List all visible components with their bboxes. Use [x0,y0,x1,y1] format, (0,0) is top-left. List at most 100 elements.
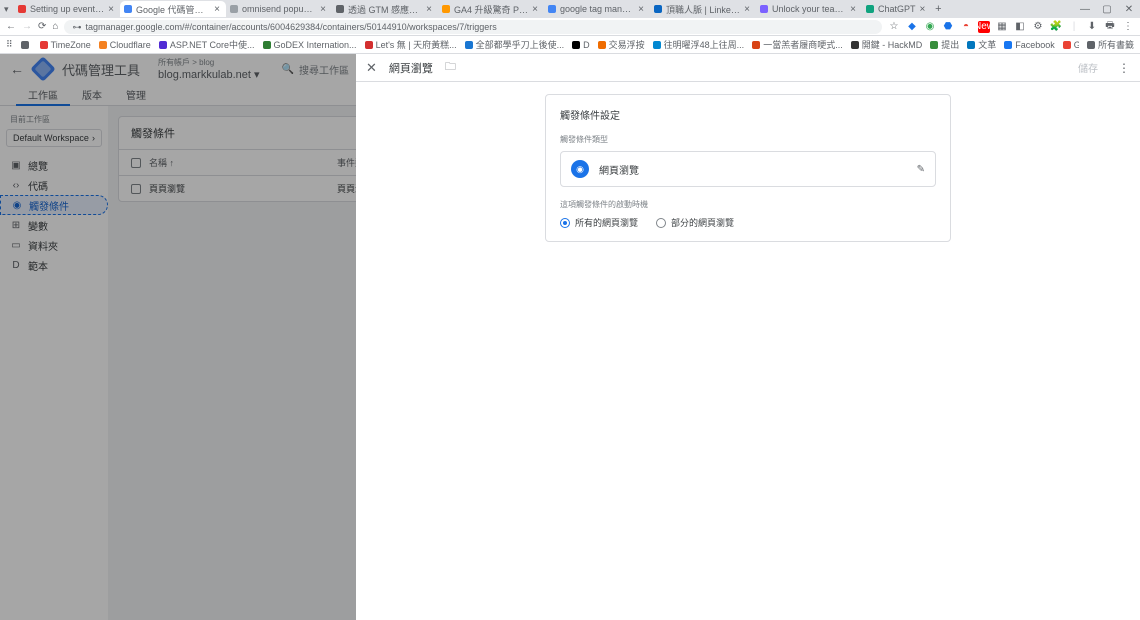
more-icon[interactable]: ⋮ [1118,61,1130,75]
downloads-icon[interactable]: ⬇ [1086,21,1098,33]
tab-dropdown[interactable]: ▾ [4,4,14,15]
radio-some-pageviews[interactable]: 部分的網頁瀏覽 [656,216,734,229]
tab-close-icon[interactable]: × [850,4,856,15]
bookmark-favicon [40,41,48,49]
bookmark-label: GoDEX Internation... [274,40,357,50]
tab-label: 頂職人脈 | LinkedIn [666,3,740,16]
save-button[interactable]: 儲存 [1070,57,1106,78]
favicon [230,5,238,13]
tab-close-icon[interactable]: × [320,4,326,15]
bookmark-item[interactable]: ASP.NET Core中使... [159,38,255,51]
bookmark-item[interactable]: 提出 [930,38,959,51]
new-tab-button[interactable]: + [931,3,945,15]
slide-panel-overlay: ✕ 網頁瀏覽 🗀 儲存 ⋮ 觸發條件設定 觸發條件類型 ◉ 網頁瀏覽 ✎ 這項觸… [0,54,1140,620]
trigger-config-card[interactable]: 觸發條件設定 觸發條件類型 ◉ 網頁瀏覽 ✎ 這項觸發條件的啟動時機 所有的網頁… [545,94,951,242]
favicon [18,5,26,13]
radio-all-pageviews[interactable]: 所有的網頁瀏覽 [560,216,638,229]
tab-close-icon[interactable]: × [920,4,926,15]
browser-tab[interactable]: Google 代碼管理工具× [120,1,226,17]
bookmark-favicon [1004,41,1012,49]
radio-dot-on [560,218,570,228]
browser-tab-strip: ▾ Setting up events and report×Google 代碼… [0,0,1140,18]
bookmark-item[interactable]: Facebook [1004,38,1055,51]
tab-label: Unlock your team's best work [772,4,846,14]
url-field[interactable]: ⊶ tagmanager.google.com/#/container/acco… [64,20,882,34]
tab-close-icon[interactable]: × [108,4,114,15]
browser-tab[interactable]: omnisend popup.pdf × [226,1,332,17]
bookmark-item[interactable]: TimeZone [40,38,91,51]
all-bookmarks[interactable]: 所有書籤 [1087,38,1134,51]
bookmark-item[interactable]: 全部都學乎刀上後使... [465,38,565,51]
ext-icon-3[interactable]: ⬣ [942,21,954,33]
nav-home[interactable]: ⌂ [52,21,58,32]
browser-tab[interactable]: Setting up events and report× [14,1,120,17]
trigger-type-value: 網頁瀏覽 [599,162,907,177]
overlay-dim[interactable] [0,54,356,620]
browser-tab[interactable]: 透過 GTM 感應商會行為整做主 × [332,1,438,17]
tab-close-icon[interactable]: × [214,4,220,15]
ext-icon-6[interactable]: ◧ [1014,21,1026,33]
menu-icon[interactable]: ⋮ [1122,21,1134,33]
bookmark-item[interactable]: Cloudflare [99,38,151,51]
browser-tab[interactable]: GA4 升級驚奇 Part's 2 - 事件的 × [438,1,544,17]
bookmark-item[interactable]: 交易浮按 [598,38,645,51]
bookmark-label: Facebook [1015,40,1055,50]
window-close[interactable]: ✕ [1118,4,1140,15]
ext-icon-2[interactable]: ◉ [924,21,936,33]
bookmark-item[interactable]: 文革 [967,38,996,51]
bookmark-favicon [572,41,580,49]
favicon [760,5,768,13]
bookmark-item[interactable]: Let's 無 | 天府黃糕... [365,38,457,51]
tab-label: 透過 GTM 感應商會行為整做主 [348,3,422,16]
bookmark-item[interactable]: 開鍵 - HackMD [851,38,923,51]
bookmark-item[interactable]: Gmail [1063,38,1079,51]
window-minimize[interactable]: — [1074,4,1096,15]
bookmark-item[interactable]: 一當羔者履商哽式... [752,38,843,51]
config-title: 觸發條件設定 [560,107,936,122]
extensions-icon[interactable]: 🧩 [1050,21,1062,33]
folder-icon[interactable]: 🗀 [445,58,456,77]
url-text: tagmanager.google.com/#/container/accoun… [85,20,496,34]
tab-label: GA4 升級驚奇 Part's 2 - 事件的 [454,3,528,16]
toolbar-icons: ☆ ◆ ◉ ⬣ ◓ New ▦ ◧ ⚙ 🧩 | ⬇ 🖶 ⋮ [888,21,1134,33]
tab-close-icon[interactable]: × [638,4,644,15]
favicon [336,5,344,13]
ext-icon-1[interactable]: ◆ [906,21,918,33]
trigger-type-label: 觸發條件類型 [560,134,936,145]
browser-tab[interactable]: ChatGPT × [862,1,931,17]
ext-icon-yt[interactable]: New [978,21,990,33]
tab-label: omnisend popup.pdf [242,4,316,14]
tab-label: ChatGPT [878,4,916,14]
bookmark-item[interactable] [21,38,32,51]
nav-back[interactable]: ← [6,21,16,32]
apps-icon[interactable]: ⠿ [6,39,13,50]
tab-close-icon[interactable]: × [744,4,750,15]
star-icon[interactable]: ☆ [888,21,900,33]
favicon [654,5,662,13]
edit-icon[interactable]: ✎ [917,164,925,175]
browser-tab[interactable]: Unlock your team's best work × [756,1,862,17]
bookmark-label: 往明曜浮48上往周... [664,38,745,51]
bookmark-label: 全部都學乎刀上後使... [476,38,565,51]
browser-tab[interactable]: 頂職人脈 | LinkedIn × [650,1,756,17]
nav-reload[interactable]: ⟳ [38,21,46,32]
bookmark-label: 一當羔者履商哽式... [763,38,843,51]
nav-forward[interactable]: → [22,21,32,32]
bookmark-favicon [159,41,167,49]
tab-close-icon[interactable]: × [426,4,432,15]
bookmark-favicon [653,41,661,49]
ext-icon-7[interactable]: ⚙ [1032,21,1044,33]
print-icon[interactable]: 🖶 [1104,21,1116,33]
bookmark-item[interactable]: 往明曜浮48上往周... [653,38,745,51]
bookmark-item[interactable]: GoDEX Internation... [263,38,357,51]
trigger-type-row[interactable]: ◉ 網頁瀏覽 ✎ [560,151,936,187]
browser-tab[interactable]: google tag manager push ev× [544,1,650,17]
tab-close-icon[interactable]: × [532,4,538,15]
ext-icon-4[interactable]: ◓ [960,21,972,33]
bookmark-item[interactable]: D [572,38,590,51]
ext-icon-5[interactable]: ▦ [996,21,1008,33]
window-maximize[interactable]: ▢ [1096,4,1118,15]
close-icon[interactable]: ✕ [366,60,377,76]
panel-title[interactable]: 網頁瀏覽 [389,60,433,76]
site-info-icon[interactable]: ⊶ [72,20,81,34]
